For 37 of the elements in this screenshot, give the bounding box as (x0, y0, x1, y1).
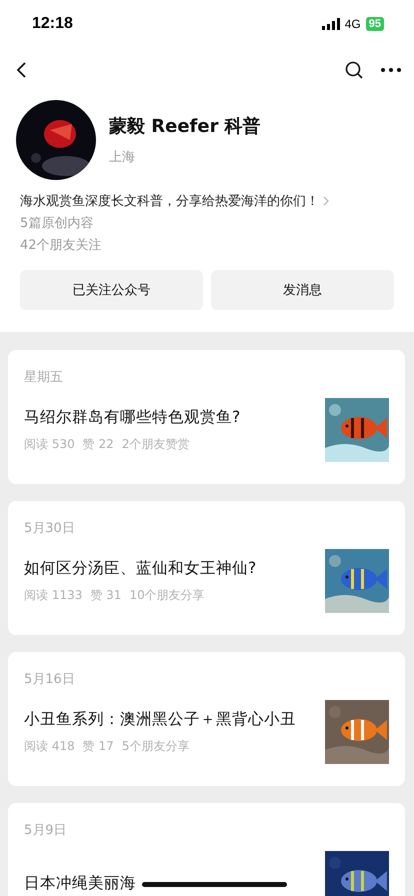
more-icon (380, 67, 402, 73)
article-card[interactable]: 星期五 马绍尔群岛有哪些特色观赏鱼? 阅读 530 赞 22 2个朋友赞赏 (8, 350, 405, 484)
battery-level: 95 (366, 17, 384, 31)
description-link[interactable]: 海水观赏鱼深度长文科普，分享给热爱海洋的你们！ (20, 192, 394, 210)
article-title: 日本冲绳美丽海 (24, 872, 136, 894)
like-count: 赞 17 (82, 738, 114, 755)
chevron-icon (323, 196, 329, 206)
network-label: 4G (344, 17, 361, 31)
article-date: 5月30日 (24, 520, 76, 537)
article-date: 星期五 (24, 369, 64, 386)
status-time: 12:18 (32, 15, 73, 33)
article-date: 5月16日 (24, 671, 76, 688)
article-title: 马绍尔群岛有哪些特色观赏鱼? (24, 407, 240, 428)
friends-following: 42个朋友关注 (20, 237, 103, 254)
read-count: 阅读 530 (24, 436, 75, 453)
follow-button[interactable]: 已关注公众号 (20, 270, 203, 310)
article-card[interactable]: 5月9日 日本冲绳美丽海 (8, 803, 405, 896)
read-count: 阅读 1133 (24, 587, 82, 604)
search-icon (344, 60, 364, 80)
location-text: 上海 (109, 149, 136, 166)
read-count: 阅读 418 (24, 738, 75, 755)
original-count: 5篇原创内容 (20, 215, 94, 232)
article-card[interactable]: 5月16日 小丑鱼系列：澳洲黑公子＋黑背心小丑 阅读 418 赞 17 5个朋友分享 (8, 652, 405, 786)
article-card[interactable]: 5月30日 如何区分汤臣、蓝仙和女王神仙? 阅读 1133 赞 31 10个朋友分享 (8, 501, 405, 635)
friends-note: 5个朋友分享 (122, 738, 190, 755)
message-button[interactable]: 发消息 (211, 270, 394, 310)
friends-note: 10个朋友分享 (129, 587, 205, 604)
article-date: 5月9日 (24, 822, 68, 839)
article-title: 如何区分汤臣、蓝仙和女王神仙? (24, 558, 256, 579)
more-button[interactable] (380, 67, 402, 73)
friends-note: 2个朋友赞赏 (122, 436, 190, 453)
account-name: 蒙毅 Reefer 科普 (109, 115, 261, 138)
search-button[interactable] (344, 60, 364, 80)
article-title: 小丑鱼系列：澳洲黑公子＋黑背心小丑 (24, 709, 296, 730)
like-count: 赞 31 (90, 587, 122, 604)
like-count: 赞 22 (82, 436, 114, 453)
signal-icon (322, 18, 340, 30)
